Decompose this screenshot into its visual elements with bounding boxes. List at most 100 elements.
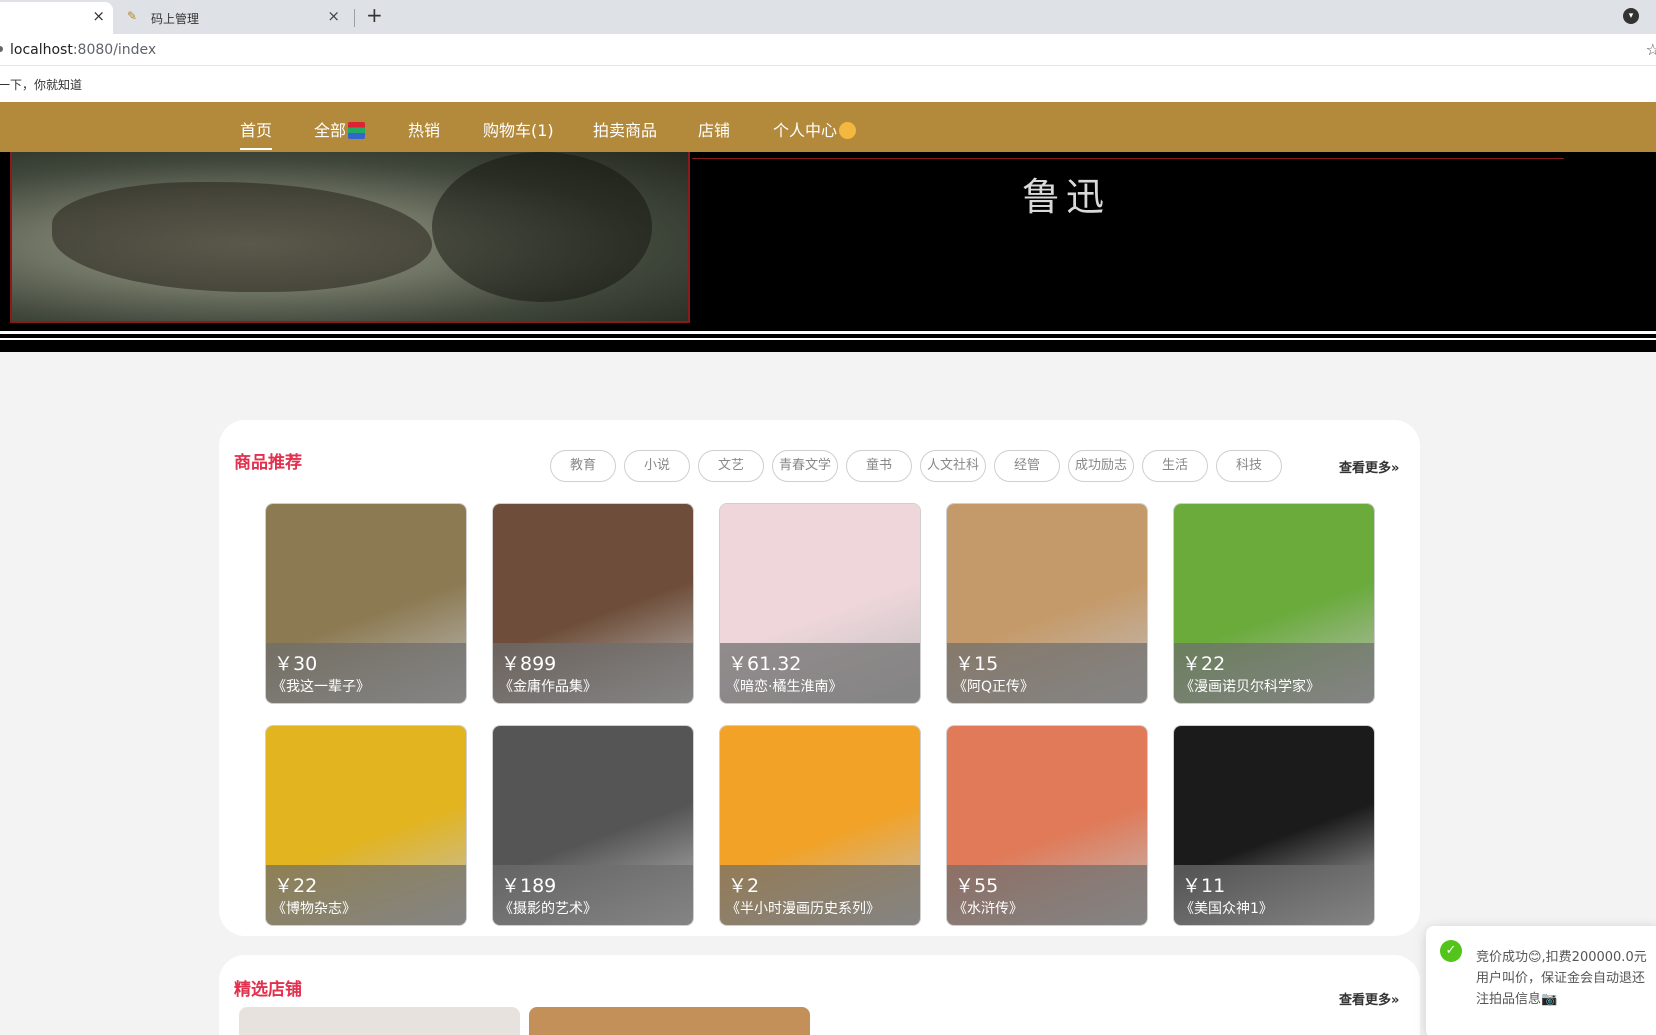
recommend-section: 商品推荐 教育 小说 文艺 青春文学 童书 人文社科 经管 成功励志 生活 科技… [219, 420, 1420, 936]
product-info: ￥22 《博物杂志》 [266, 865, 466, 925]
product-info: ￥899 《金庸作品集》 [493, 643, 693, 703]
product-price: ￥30 [274, 653, 318, 675]
product-title: 《博物杂志》 [272, 901, 356, 917]
nav-home[interactable]: 首页 [240, 117, 273, 150]
product-title: 《我这一辈子》 [272, 679, 370, 695]
view-more-link[interactable]: 查看更多» [1339, 457, 1399, 476]
product-price: ￥15 [955, 653, 999, 675]
nav-shops[interactable]: 店铺 [698, 117, 730, 141]
category-chip[interactable]: 文艺 [698, 450, 764, 482]
product-card[interactable]: ￥189 《摄影的艺术》 [492, 725, 694, 926]
product-title: 《美国众神1》 [1180, 901, 1273, 917]
bookmark-bar: 一下，你就知道 [0, 66, 1656, 102]
product-info: ￥15 《阿Q正传》 [947, 643, 1147, 703]
product-price: ￥55 [955, 875, 999, 897]
product-card[interactable]: ￥55 《水浒传》 [946, 725, 1148, 926]
banner-divider [692, 158, 1564, 159]
category-chip[interactable]: 生活 [1142, 450, 1208, 482]
product-title: 《摄影的艺术》 [499, 901, 597, 917]
product-card[interactable]: ￥22 《漫画诺贝尔科学家》 [1173, 503, 1375, 704]
product-title: 《暗恋·橘生淮南》 [726, 679, 843, 695]
product-card[interactable]: ￥61.32 《暗恋·橘生淮南》 [719, 503, 921, 704]
product-title: 《金庸作品集》 [499, 679, 597, 695]
nav-all-label: 全部 [314, 121, 347, 140]
section-title-recommend: 商品推荐 [234, 453, 302, 473]
favicon-icon: ✎ [127, 9, 138, 23]
category-chip[interactable]: 经管 [994, 450, 1060, 482]
product-price: ￥899 [501, 653, 557, 675]
face-icon [839, 122, 857, 139]
product-info: ￥30 《我这一辈子》 [266, 643, 466, 703]
category-chip[interactable]: 科技 [1216, 450, 1282, 482]
product-card[interactable]: ￥2 《半小时漫画历史系列》 [719, 725, 921, 926]
product-title: 《水浒传》 [953, 901, 1023, 917]
product-info: ￥11 《美国众神1》 [1174, 865, 1374, 925]
tab-search-icon[interactable]: ▾ [1623, 8, 1639, 24]
category-chip[interactable]: 成功励志 [1068, 450, 1134, 482]
shops-section: 精选店铺 查看更多» [219, 955, 1420, 1035]
toast-line: 竞价成功😊,扣费200000.0元 [1476, 950, 1647, 965]
product-title: 《半小时漫画历史系列》 [726, 901, 880, 917]
category-chip[interactable]: 人文社科 [920, 450, 986, 482]
product-info: ￥2 《半小时漫画历史系列》 [720, 865, 920, 925]
product-price: ￥11 [1182, 875, 1226, 897]
banner-portrait-image [10, 152, 690, 323]
product-price: ￥22 [274, 875, 318, 897]
banner-stripe [0, 331, 1656, 334]
site-nav: 首页 全部 热销 购物车(1) 拍卖商品 店铺 个人中心 [0, 102, 1656, 152]
hero-banner[interactable]: 鲁迅 [0, 152, 1656, 352]
nav-profile[interactable]: 个人中心 [773, 117, 857, 141]
nav-profile-label: 个人中心 [773, 121, 838, 140]
product-price: ￥2 [728, 875, 760, 897]
tab-title: 码上管理 [151, 12, 200, 26]
nav-cart[interactable]: 购物车(1) [483, 117, 554, 141]
tab-close-icon[interactable]: × [327, 7, 340, 25]
toast-line: 注拍品信息📷 [1476, 992, 1558, 1007]
url-host: localhost [10, 42, 73, 58]
category-chip[interactable]: 青春文学 [772, 450, 838, 482]
notification-toast: ✓ 竞价成功😊,扣费200000.0元 用户叫价，保证金会自动退还 注拍品信息📷 [1426, 926, 1656, 1035]
nav-auction[interactable]: 拍卖商品 [593, 117, 657, 141]
product-title: 《阿Q正传》 [953, 679, 1035, 695]
browser-tab-inactive[interactable]: ✎ 码上管理 × [122, 4, 352, 32]
toast-line: 用户叫价，保证金会自动退还 [1476, 971, 1646, 986]
product-info: ￥22 《漫画诺贝尔科学家》 [1174, 643, 1374, 703]
product-price: ￥22 [1182, 653, 1226, 675]
url-path: :8080/index [72, 42, 157, 58]
category-chip[interactable]: 教育 [550, 450, 616, 482]
category-chip[interactable]: 小说 [624, 450, 690, 482]
shop-image[interactable] [529, 1007, 810, 1035]
new-tab-button[interactable]: + [366, 3, 383, 27]
site-info-icon[interactable] [0, 46, 3, 52]
books-icon [348, 122, 366, 139]
bookmark-star-icon[interactable]: ☆ [1646, 40, 1656, 59]
shop-image[interactable] [819, 1007, 1100, 1035]
nav-hot[interactable]: 热销 [408, 117, 440, 141]
browser-tab-bar: × ✎ 码上管理 × + ▾ [0, 0, 1656, 34]
tab-close-icon[interactable]: × [92, 7, 105, 25]
product-info: ￥61.32 《暗恋·橘生淮南》 [720, 643, 920, 703]
shop-image[interactable] [239, 1007, 520, 1035]
address-bar[interactable]: localhost:8080/index ☆ [0, 34, 1656, 66]
product-card[interactable]: ￥22 《博物杂志》 [265, 725, 467, 926]
product-card[interactable]: ￥15 《阿Q正传》 [946, 503, 1148, 704]
section-title-shops: 精选店铺 [234, 980, 302, 1000]
category-chip[interactable]: 童书 [846, 450, 912, 482]
product-card[interactable]: ￥30 《我这一辈子》 [265, 503, 467, 704]
product-price: ￥61.32 [728, 653, 802, 675]
bookmark-item[interactable]: 一下，你就知道 [0, 76, 82, 93]
product-price: ￥189 [501, 875, 557, 897]
product-card[interactable]: ￥899 《金庸作品集》 [492, 503, 694, 704]
product-title: 《漫画诺贝尔科学家》 [1180, 679, 1320, 695]
product-card[interactable]: ￥11 《美国众神1》 [1173, 725, 1375, 926]
banner-stripe [0, 338, 1656, 340]
nav-all[interactable]: 全部 [314, 117, 366, 141]
tab-separator [354, 9, 355, 27]
success-check-icon: ✓ [1440, 940, 1462, 962]
banner-title: 鲁迅 [1022, 175, 1111, 219]
view-more-link[interactable]: 查看更多» [1339, 989, 1399, 1008]
product-info: ￥55 《水浒传》 [947, 865, 1147, 925]
product-info: ￥189 《摄影的艺术》 [493, 865, 693, 925]
url-text[interactable]: localhost:8080/index [10, 42, 156, 58]
browser-tab-active[interactable]: × [0, 2, 113, 34]
